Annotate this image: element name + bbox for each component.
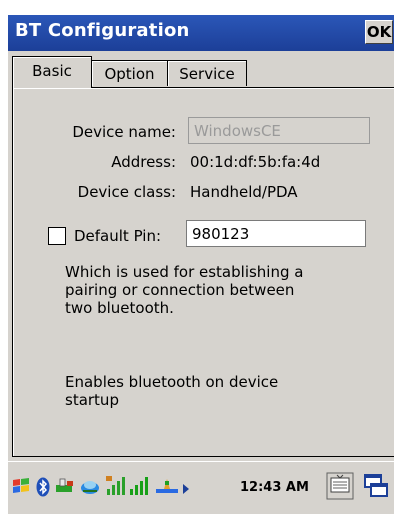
default-pin-label: Default Pin: xyxy=(74,227,162,245)
switch-window-icon[interactable] xyxy=(362,472,390,504)
keyboard-icon[interactable] xyxy=(326,472,354,504)
volume-arrow-icon[interactable] xyxy=(182,480,190,499)
device-name-field: WindowsCE xyxy=(188,117,370,144)
bt-configuration-window: BT Configuration OK Basic Option Service… xyxy=(8,15,394,514)
default-pin-input[interactable]: 980123 xyxy=(186,220,366,247)
start-flag-icon[interactable] xyxy=(11,476,31,500)
window-title: BT Configuration xyxy=(15,20,190,41)
address-label: Address: xyxy=(111,153,176,171)
bluetooth-icon[interactable] xyxy=(36,477,50,501)
signal-bars-icon[interactable] xyxy=(129,475,149,501)
ok-button[interactable]: OK xyxy=(365,20,393,44)
device-name-label: Device name: xyxy=(72,123,176,141)
pin-help-text: Which is used for establishing a pairing… xyxy=(65,263,304,317)
startup-help-text: Enables bluetooth on device startup xyxy=(65,373,279,409)
usb-sync-icon[interactable] xyxy=(54,476,76,500)
tab-basic[interactable]: Basic xyxy=(12,56,92,88)
address-value: 00:1d:df:5b:fa:4d xyxy=(190,153,321,171)
default-pin-checkbox[interactable] xyxy=(48,227,66,245)
tab-bar: Basic Option Service xyxy=(12,56,247,88)
connection-icon[interactable] xyxy=(154,476,180,500)
title-bar: BT Configuration OK xyxy=(8,15,394,51)
device-class-label: Device class: xyxy=(77,183,176,201)
clock[interactable]: 12:43 AM xyxy=(240,480,309,495)
taskbar: 12:43 AM xyxy=(8,461,394,514)
signal-strength-icon[interactable] xyxy=(105,475,127,501)
tab-option[interactable]: Option xyxy=(91,60,168,86)
device-class-value: Handheld/PDA xyxy=(190,183,298,201)
network-icon[interactable] xyxy=(79,476,101,500)
tab-service[interactable]: Service xyxy=(167,60,247,86)
